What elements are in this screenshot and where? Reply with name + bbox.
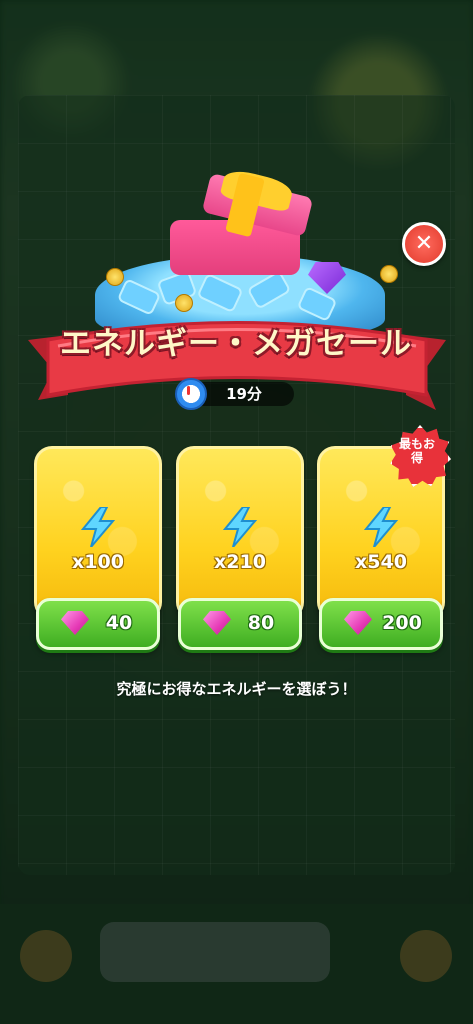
sale-title: エネルギー・メガセール [60, 326, 412, 362]
best-value-line-1: 最もお [398, 437, 435, 451]
coin-icon [106, 268, 124, 286]
buy-button-3[interactable]: 200 [319, 598, 443, 650]
energy-bolt-icon [222, 507, 258, 547]
close-icon: ✕ [414, 231, 434, 256]
buy-button-2[interactable]: 80 [178, 598, 302, 650]
offer-price: 40 [105, 612, 133, 634]
offer-quantity: x100 [72, 551, 124, 573]
offer-quantity: x540 [355, 551, 407, 573]
energy-bolt-icon [363, 507, 399, 547]
stopwatch-hand [187, 386, 190, 395]
offer-card-face: x210 [176, 446, 304, 620]
gem-icon [61, 611, 89, 635]
buy-button-1[interactable]: 40 [36, 598, 160, 650]
energy-bolt-icon [80, 507, 116, 547]
gem-icon [344, 611, 372, 635]
offer-card-face: x100 [34, 446, 162, 620]
best-value-label: 最もお 得 [389, 437, 445, 465]
coin-icon [380, 265, 398, 283]
offer-quantity: x210 [214, 551, 266, 573]
gem-icon [203, 611, 231, 635]
timer-text: 19分 [226, 385, 262, 403]
offer-price: 80 [247, 612, 275, 634]
best-value-line-2: 得 [410, 451, 423, 465]
offer-card-2[interactable]: x210 80 [176, 446, 304, 650]
footer-message: 究極にお得なエネルギーを選ぼう！ [116, 680, 357, 698]
close-button[interactable]: ✕ [402, 222, 446, 266]
stopwatch-icon [175, 378, 207, 410]
offer-price: 200 [382, 612, 422, 634]
offer-card-1[interactable]: x100 40 [34, 446, 162, 650]
